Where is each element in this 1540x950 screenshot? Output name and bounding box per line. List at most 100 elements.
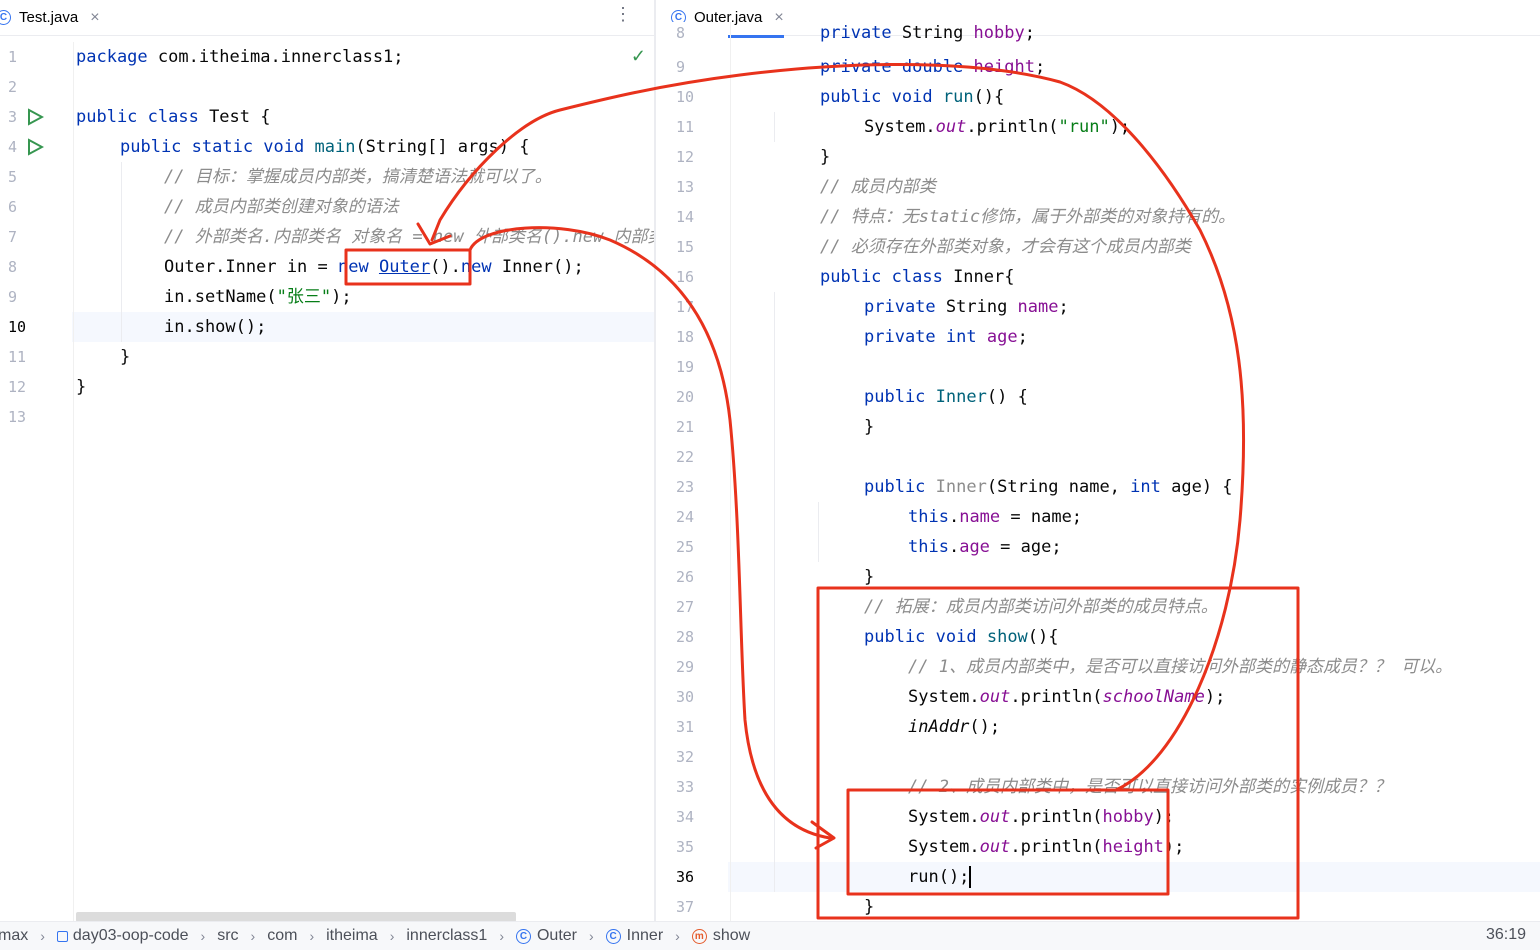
line-number-gutter: 8 9 10 11 12 13 14 15 16 17 18 19 20 21 22 23 24 25 26 27 28… [656,22,728,922]
line-number: 14 [676,208,695,226]
breadcrumb-item[interactable]: src › [217,927,267,945]
code-line[interactable]: public Inner(String name, int age) { [864,472,1233,502]
run-main-icon[interactable] [26,138,44,156]
code-line[interactable]: System.out.println(hobby); [908,802,1174,832]
code-area[interactable]: private String hobby; private double heig… [776,22,1540,922]
line-number: 30 [676,688,695,706]
code-line[interactable]: System.out.println(schoolName); [908,682,1225,712]
code-line[interactable]: public void show(){ [864,622,1059,652]
code-line[interactable]: in.setName("张三"); [164,282,352,312]
code-line[interactable]: private String hobby; [820,18,1035,48]
code-area[interactable]: package com.itheima.innerclass1; public c… [76,42,654,922]
module-icon [56,930,68,942]
chevron-right-icon: › [389,928,395,944]
chevron-right-icon: › [200,928,206,944]
code-line[interactable]: // 拓展：成员内部类访问外部类的成员特点。 [864,592,1218,622]
code-line[interactable]: in.show(); [164,312,266,342]
breadcrumb-label: show [712,927,751,944]
close-icon[interactable]: × [90,9,99,27]
class-icon: C [605,928,621,944]
code-line[interactable]: this.name = name; [908,502,1082,532]
code-line[interactable]: public class Test { [76,102,270,132]
code-line[interactable]: // 成员内部类 [820,172,936,202]
breadcrumb-item[interactable]: day03-oop-code › [56,927,217,945]
line-number: 1 [8,48,18,66]
code-line[interactable]: } [864,892,874,922]
breadcrumb: max › day03-oop-code › src › com › itheima › inner… [0,927,750,945]
more-options-icon[interactable]: ⋮ [614,4,632,25]
line-number: 12 [8,378,27,396]
navigation-bar: max › day03-oop-code › src › com › itheima › inner… [0,921,1540,950]
line-number: 12 [676,148,695,166]
code-line[interactable]: public Inner() { [864,382,1028,412]
line-number: 29 [676,658,695,676]
run-class-icon[interactable] [26,108,44,126]
code-line[interactable]: } [76,372,86,402]
class-icon: C [0,10,11,25]
breadcrumb-item[interactable]: itheima › [326,927,406,945]
line-number: 5 [8,168,18,186]
breadcrumb-item[interactable]: innerclass1 › [406,927,516,945]
breadcrumb-label: itheima [326,927,378,944]
class-icon: C [515,928,531,944]
code-line[interactable]: } [864,412,874,442]
code-line[interactable]: private int age; [864,322,1028,352]
code-line[interactable]: private double height; [820,52,1045,82]
breadcrumb-item[interactable]: C Inner › [605,927,692,945]
code-line[interactable]: public class Inner{ [820,262,1014,292]
line-number: 16 [676,268,695,286]
line-number: 26 [676,568,695,586]
line-number: 32 [676,748,695,766]
code-line[interactable]: // 外部类名.内部类名 对象名 = new 外部类名().new 内部类名()… [164,222,654,252]
right-editor-pane: C Outer.java × 8 9 10 11 12 13 14 15 16 17 18 19 20 2… [656,0,1540,922]
code-line[interactable]: inAddr(); [908,712,1000,742]
line-number: 13 [676,178,695,196]
code-line[interactable]: this.age = age; [908,532,1062,562]
line-number: 2 [8,78,18,96]
code-line[interactable]: } [864,562,874,592]
line-number: 27 [676,598,695,616]
line-number: 11 [676,118,695,136]
code-line[interactable]: } [120,342,130,372]
caret-position[interactable]: 36:19 [1486,926,1526,944]
breadcrumb-item[interactable]: C Outer › [515,927,606,945]
line-number: 8 [676,24,686,42]
code-line[interactable]: public void run(){ [820,82,1004,112]
line-number: 31 [676,718,695,736]
tab-label: Test.java [19,9,79,26]
code-line[interactable]: // 1、成员内部类中，是否可以直接访问外部类的静态成员？？ 可以。 [908,652,1452,682]
chevron-right-icon: › [499,928,504,944]
code-line[interactable]: run(); [908,862,972,892]
code-line[interactable]: System.out.println(height); [908,832,1184,862]
line-number: 37 [676,898,695,916]
code-line[interactable]: public static void main(String[] args) { [120,132,529,162]
breadcrumb-item[interactable]: com › [267,927,326,945]
line-number: 3 [8,108,18,126]
breadcrumb-label: src [217,927,239,944]
code-line[interactable]: // 2、成员内部类中，是否可以直接访问外部类的实例成员？？ [908,772,1391,802]
code-line[interactable]: System.out.println("run"); [864,112,1130,142]
line-number: 22 [676,448,695,466]
line-number: 9 [676,58,686,76]
breadcrumb-item[interactable]: max › [0,927,57,945]
method-icon: m [691,928,707,944]
breadcrumb-item[interactable]: m show [691,927,751,945]
line-number: 6 [8,198,18,216]
line-number: 7 [8,228,18,246]
chevron-right-icon: › [250,928,256,944]
line-number: 9 [8,288,18,306]
tab-test-java[interactable]: C Test.java × [0,0,100,35]
line-number: 25 [676,538,695,556]
code-line[interactable]: // 必须存在外部类对象，才会有这个成员内部类 [820,232,1191,262]
breadcrumb-label: max [0,927,29,944]
line-number: 8 [8,258,18,276]
code-line[interactable]: Outer.Inner in = new Outer().new Inner()… [164,252,584,282]
code-line[interactable]: package com.itheima.innerclass1; [76,42,404,72]
code-line[interactable]: // 目标：掌握成员内部类，搞清楚语法就可以了。 [164,162,552,192]
line-number: 4 [8,138,18,156]
line-number: 36 [676,868,695,886]
code-line[interactable]: private String name; [864,292,1069,322]
code-line[interactable]: // 成员内部类创建对象的语法 [164,192,399,222]
code-line[interactable]: // 特点：无static修饰，属于外部类的对象持有的。 [820,202,1235,232]
code-line[interactable]: } [820,142,830,172]
